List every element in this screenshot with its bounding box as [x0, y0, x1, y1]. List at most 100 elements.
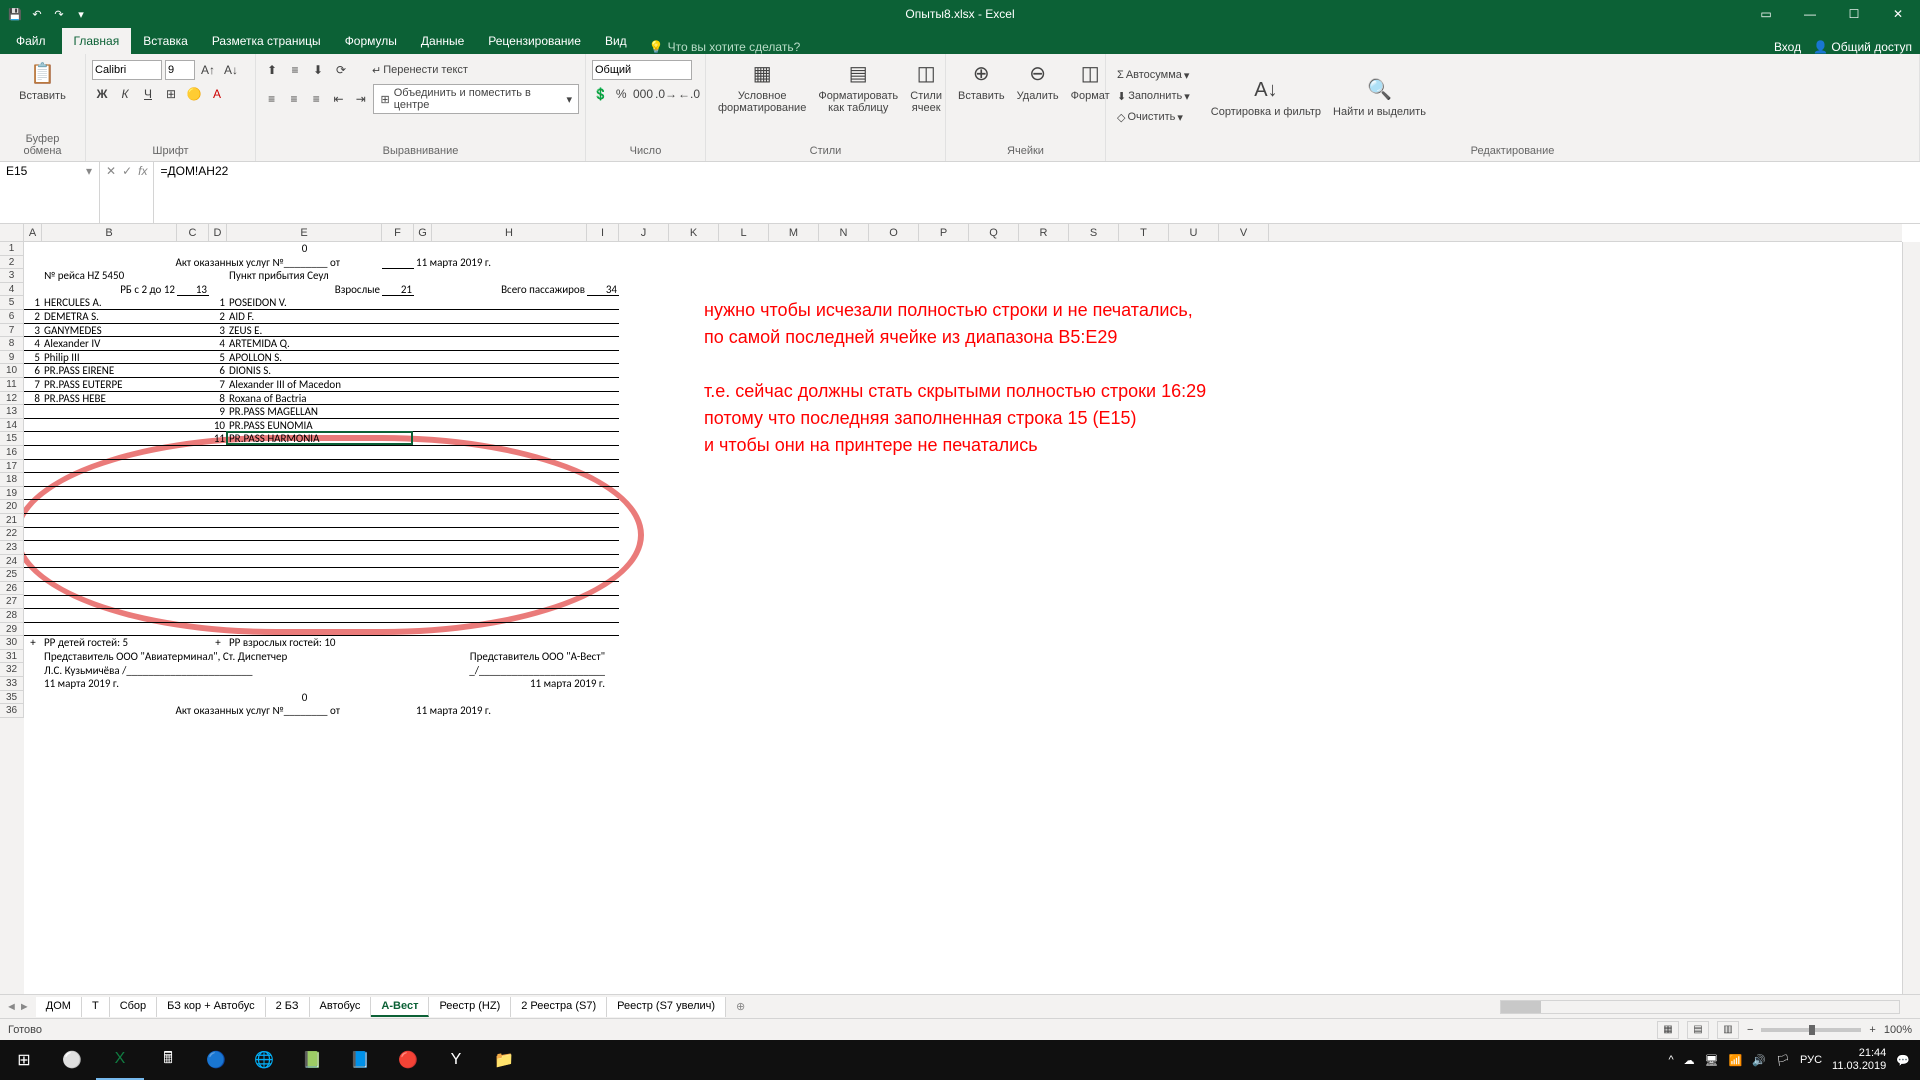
zoom-in-icon[interactable]: +	[1869, 1024, 1875, 1036]
align-right-icon[interactable]: ≡	[307, 89, 326, 109]
percent-icon[interactable]: %	[613, 84, 631, 104]
indent-dec-icon[interactable]: ⇤	[329, 89, 348, 109]
zoom-slider[interactable]	[1761, 1028, 1861, 1032]
tab-file[interactable]: Файл	[0, 28, 62, 54]
sheet-tab[interactable]: А-Вест	[371, 997, 429, 1017]
indent-inc-icon[interactable]: ⇥	[351, 89, 370, 109]
taskbar-clock[interactable]: 21:44 11.03.2019	[1832, 1047, 1886, 1073]
yandex-icon[interactable]: Y	[432, 1040, 480, 1080]
sheet-tab[interactable]: Реестр (S7 увелич)	[607, 997, 726, 1017]
opera-icon[interactable]: 🔴	[384, 1040, 432, 1080]
sheet-tab[interactable]: 2 Реестра (S7)	[511, 997, 607, 1017]
name-box-input[interactable]	[6, 164, 86, 178]
bold-icon[interactable]: Ж	[92, 84, 112, 104]
vertical-scrollbar[interactable]	[1902, 242, 1920, 994]
start-button[interactable]: ⊞	[0, 1040, 48, 1080]
align-left-icon[interactable]: ≡	[262, 89, 281, 109]
tray-up-icon[interactable]: ^	[1669, 1054, 1674, 1066]
tell-me[interactable]: 💡Что вы хотите сделать?	[649, 40, 801, 54]
border-icon[interactable]: ⊞	[161, 84, 181, 104]
autosum-button[interactable]: Σ Автосумма ▾	[1112, 66, 1195, 85]
tab-review[interactable]: Рецензирование	[476, 28, 593, 54]
name-box[interactable]: ▾	[0, 162, 100, 223]
redo-icon[interactable]: ↷	[50, 5, 68, 23]
tray-flag-icon[interactable]: 🏳	[1776, 1054, 1790, 1067]
zoom-level[interactable]: 100%	[1884, 1024, 1912, 1036]
sheet-tab[interactable]: БЗ кор + Автобус	[157, 997, 265, 1017]
save-icon[interactable]: 💾	[6, 5, 24, 23]
column-headers[interactable]: ABCDEFGHIJKLMNOPQRSTUV	[24, 224, 1902, 242]
minimize-icon[interactable]: —	[1788, 0, 1832, 28]
ribbon-options-icon[interactable]: ▭	[1744, 0, 1788, 28]
enter-formula-icon[interactable]: ✓	[122, 164, 132, 178]
row-headers[interactable]: 1234567891011121314151617181920212223242…	[0, 242, 24, 994]
maximize-icon[interactable]: ☐	[1832, 0, 1876, 28]
font-color-icon[interactable]: A	[207, 84, 227, 104]
fx-icon[interactable]: fx	[138, 164, 147, 178]
align-middle-icon[interactable]: ≡	[285, 60, 305, 80]
italic-icon[interactable]: К	[115, 84, 135, 104]
view-normal-icon[interactable]: ▦	[1657, 1021, 1679, 1039]
cells-canvas[interactable]: нужно чтобы исчезали полностью строки и …	[24, 242, 1902, 994]
sheet-nav-next-icon[interactable]: ►	[19, 1001, 30, 1013]
select-all-button[interactable]	[0, 224, 24, 242]
tray-monitor-icon[interactable]: 🖥	[1705, 1054, 1719, 1067]
currency-icon[interactable]: 💲	[592, 84, 610, 104]
fill-button[interactable]: ⬇ Заполнить ▾	[1112, 87, 1195, 106]
close-icon[interactable]: ✕	[1876, 0, 1920, 28]
tab-formulas[interactable]: Формулы	[333, 28, 409, 54]
find-select-button[interactable]: 🔍Найти и выделить	[1327, 72, 1432, 120]
sheet-tab[interactable]: Реестр (HZ)	[429, 997, 511, 1017]
view-pagelayout-icon[interactable]: ▤	[1687, 1021, 1709, 1039]
wrap-text-button[interactable]: ↵ Перенести текст	[367, 61, 473, 80]
underline-icon[interactable]: Ч	[138, 84, 158, 104]
grow-font-icon[interactable]: A↑	[198, 60, 218, 80]
tab-data[interactable]: Данные	[409, 28, 476, 54]
shrink-font-icon[interactable]: A↓	[221, 60, 241, 80]
search-icon[interactable]: ⚪	[48, 1040, 96, 1080]
tray-volume-icon[interactable]: 🔊	[1752, 1054, 1766, 1067]
tab-pagelayout[interactable]: Разметка страницы	[200, 28, 333, 54]
cancel-formula-icon[interactable]: ✕	[106, 164, 116, 178]
cell-styles-button[interactable]: ◫Стили ячеек	[904, 56, 948, 136]
format-table-button[interactable]: ▤Форматировать как таблицу	[812, 56, 904, 136]
paste-button[interactable]: 📋Вставить	[6, 56, 79, 104]
sheet-tab[interactable]: ДОМ	[36, 997, 82, 1017]
app-icon-2[interactable]: 📗	[288, 1040, 336, 1080]
app-icon-1[interactable]: 🔵	[192, 1040, 240, 1080]
align-center-icon[interactable]: ≡	[284, 89, 303, 109]
calculator-icon[interactable]: 🖩	[144, 1040, 192, 1080]
sheet-tab[interactable]: 2 БЗ	[266, 997, 310, 1017]
share-button[interactable]: 👤 Общий доступ	[1813, 40, 1912, 54]
tab-view[interactable]: Вид	[593, 28, 639, 54]
cond-format-button[interactable]: ▦Условное форматирование	[712, 56, 812, 136]
qat-more-icon[interactable]: ▾	[72, 5, 90, 23]
chrome-icon[interactable]: 🌐	[240, 1040, 288, 1080]
insert-cells-button[interactable]: ⊕Вставить	[952, 56, 1011, 136]
sheet-tab[interactable]: Сбор	[110, 997, 157, 1017]
tray-lang[interactable]: РУС	[1800, 1054, 1822, 1066]
dec-decimal-icon[interactable]: ←.0	[679, 84, 699, 104]
font-name-select[interactable]	[92, 60, 162, 80]
comma-icon[interactable]: 000	[633, 84, 653, 104]
hscroll-thumb[interactable]	[1501, 1001, 1541, 1013]
tab-home[interactable]: Главная	[62, 28, 132, 54]
formula-input[interactable]	[160, 164, 1914, 178]
clear-button[interactable]: ◇ Очистить ▾	[1112, 108, 1195, 127]
excel-taskbar-icon[interactable]: X	[96, 1040, 144, 1080]
zoom-thumb[interactable]	[1809, 1025, 1815, 1035]
horizontal-scrollbar[interactable]	[1500, 1000, 1900, 1014]
view-pagebreak-icon[interactable]: ▥	[1717, 1021, 1739, 1039]
sort-filter-button[interactable]: A↓Сортировка и фильтр	[1205, 72, 1327, 120]
signin-link[interactable]: Вход	[1774, 40, 1801, 54]
tab-insert[interactable]: Вставка	[131, 28, 200, 54]
align-bottom-icon[interactable]: ⬇	[308, 60, 328, 80]
tray-wifi-icon[interactable]: 📶	[1729, 1054, 1743, 1067]
delete-cells-button[interactable]: ⊖Удалить	[1011, 56, 1065, 136]
align-top-icon[interactable]: ⬆	[262, 60, 282, 80]
font-size-select[interactable]	[165, 60, 195, 80]
inc-decimal-icon[interactable]: .0→	[656, 84, 676, 104]
app-icon-3[interactable]: 📘	[336, 1040, 384, 1080]
sheet-tab[interactable]: Т	[82, 997, 110, 1017]
fill-color-icon[interactable]: 🟡	[184, 84, 204, 104]
